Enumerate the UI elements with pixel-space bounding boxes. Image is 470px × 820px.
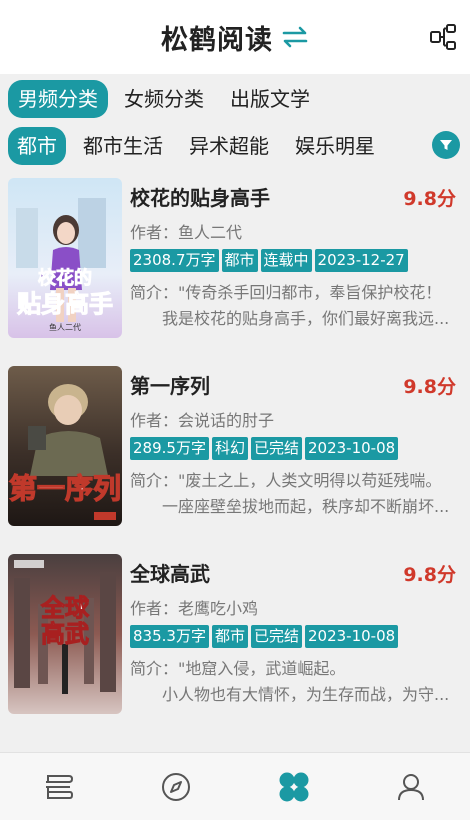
category-icon [279, 772, 309, 801]
book-info: 第一序列 9.8分 作者：会说话的肘子 289.5万字 科幻 已完结 2023-… [130, 366, 456, 534]
svg-text:高武: 高武 [41, 620, 89, 648]
book-item[interactable]: 校花的 贴身高手 鱼人二代 校花的贴身高手 9.8分 作者：鱼人二代 2308.… [0, 168, 470, 356]
bookshelf-icon [45, 774, 73, 799]
book-item[interactable]: 全球 高武 全球高武 9.8分 作者：老鹰吃小鸡 835.3万字 都市 已完结 … [0, 544, 470, 732]
book-intro: 简介："传奇杀手回归都市，奉旨保护校花！ [130, 283, 442, 302]
user-icon [398, 773, 425, 800]
subtab-supernatural[interactable]: 异术超能 [180, 127, 278, 165]
svg-text:全球: 全球 [40, 594, 90, 622]
book-score: 9.8分 [403, 376, 456, 398]
status-tag: 连载中 [260, 249, 312, 272]
genre-tag: 都市 [211, 625, 248, 648]
book-info: 校花的贴身高手 9.8分 作者：鱼人二代 2308.7万字 都市 连载中 202… [130, 178, 456, 346]
book-score: 9.8分 [403, 564, 456, 586]
word-count-tag: 2308.7万字 [130, 249, 219, 272]
category-tabs: 男频分类 女频分类 出版文学 [0, 74, 470, 124]
date-tag: 2023-12-27 [314, 249, 408, 272]
genre-tag: 都市 [221, 249, 258, 272]
nav-bookshelf[interactable] [39, 767, 79, 807]
nav-category[interactable] [274, 767, 314, 807]
bottom-nav [0, 752, 470, 820]
subcategory-tabs: 都市 都市生活 异术超能 娱乐明星 [0, 124, 470, 168]
book-list: 校花的 贴身高手 鱼人二代 校花的贴身高手 9.8分 作者：鱼人二代 2308.… [0, 168, 470, 732]
subtab-urban[interactable]: 都市 [8, 127, 66, 165]
tab-male-category[interactable]: 男频分类 [8, 80, 108, 118]
svg-text:校花的: 校花的 [38, 267, 92, 289]
date-tag: 2023-10-08 [304, 437, 399, 460]
subtab-urban-life[interactable]: 都市生活 [74, 127, 172, 165]
compass-icon [162, 772, 191, 801]
book-intro: 简介："地窟入侵，武道崛起。 [130, 659, 346, 678]
date-tag: 2023-10-08 [304, 625, 399, 648]
svg-text:第一序列: 第一序列 [9, 472, 121, 505]
book-intro-continued: 小人物也有大情怀，为生存而战，为守... [162, 685, 450, 704]
book-score: 9.8分 [403, 188, 456, 210]
book-info: 全球高武 9.8分 作者：老鹰吃小鸡 835.3万字 都市 已完结 2023-1… [130, 554, 456, 722]
book-author: 作者：老鹰吃小鸡 [130, 599, 259, 618]
filter-button[interactable] [432, 131, 460, 159]
page-title: 松鹤阅读 [161, 24, 273, 56]
genre-tag: 科幻 [211, 437, 248, 460]
word-count-tag: 289.5万字 [130, 437, 209, 460]
swap-icon[interactable] [281, 24, 309, 50]
book-tags: 835.3万字 都市 已完结 2023-10-08 [130, 625, 454, 648]
status-tag: 已完结 [250, 625, 302, 648]
tab-female-category[interactable]: 女频分类 [114, 80, 214, 118]
book-intro-continued: 一座座壁垒拔地而起，秩序却不断崩坏... [162, 497, 450, 516]
book-intro: 简介："废土之上，人类文明得以苟延残喘。 [130, 471, 442, 490]
filter-icon [440, 140, 452, 150]
nav-discover[interactable] [156, 767, 196, 807]
book-author: 作者：会说话的肘子 [130, 411, 275, 430]
tab-published-literature[interactable]: 出版文学 [220, 80, 320, 118]
status-tag: 已完结 [250, 437, 302, 460]
book-tags: 2308.7万字 都市 连载中 2023-12-27 [130, 249, 454, 272]
book-intro-continued: 我是校花的贴身高手，你们最好离我远... [162, 309, 450, 328]
book-cover[interactable]: 校花的 贴身高手 鱼人二代 [8, 178, 122, 338]
svg-text:鱼人二代: 鱼人二代 [49, 322, 81, 332]
svg-text:贴身高手: 贴身高手 [17, 290, 113, 318]
app-header: 松鹤阅读 [0, 0, 470, 74]
book-author: 作者：鱼人二代 [130, 223, 243, 242]
book-tags: 289.5万字 科幻 已完结 2023-10-08 [130, 437, 454, 460]
subtab-entertainment[interactable]: 娱乐明星 [286, 127, 384, 165]
book-cover[interactable]: 第一序列 [8, 366, 122, 526]
word-count-tag: 835.3万字 [130, 625, 209, 648]
mindmap-icon[interactable] [428, 22, 458, 52]
book-item[interactable]: 第一序列 第一序列 9.8分 作者：会说话的肘子 289.5万字 科幻 已完结 … [0, 356, 470, 544]
nav-profile[interactable] [391, 767, 431, 807]
book-cover[interactable]: 全球 高武 [8, 554, 122, 714]
